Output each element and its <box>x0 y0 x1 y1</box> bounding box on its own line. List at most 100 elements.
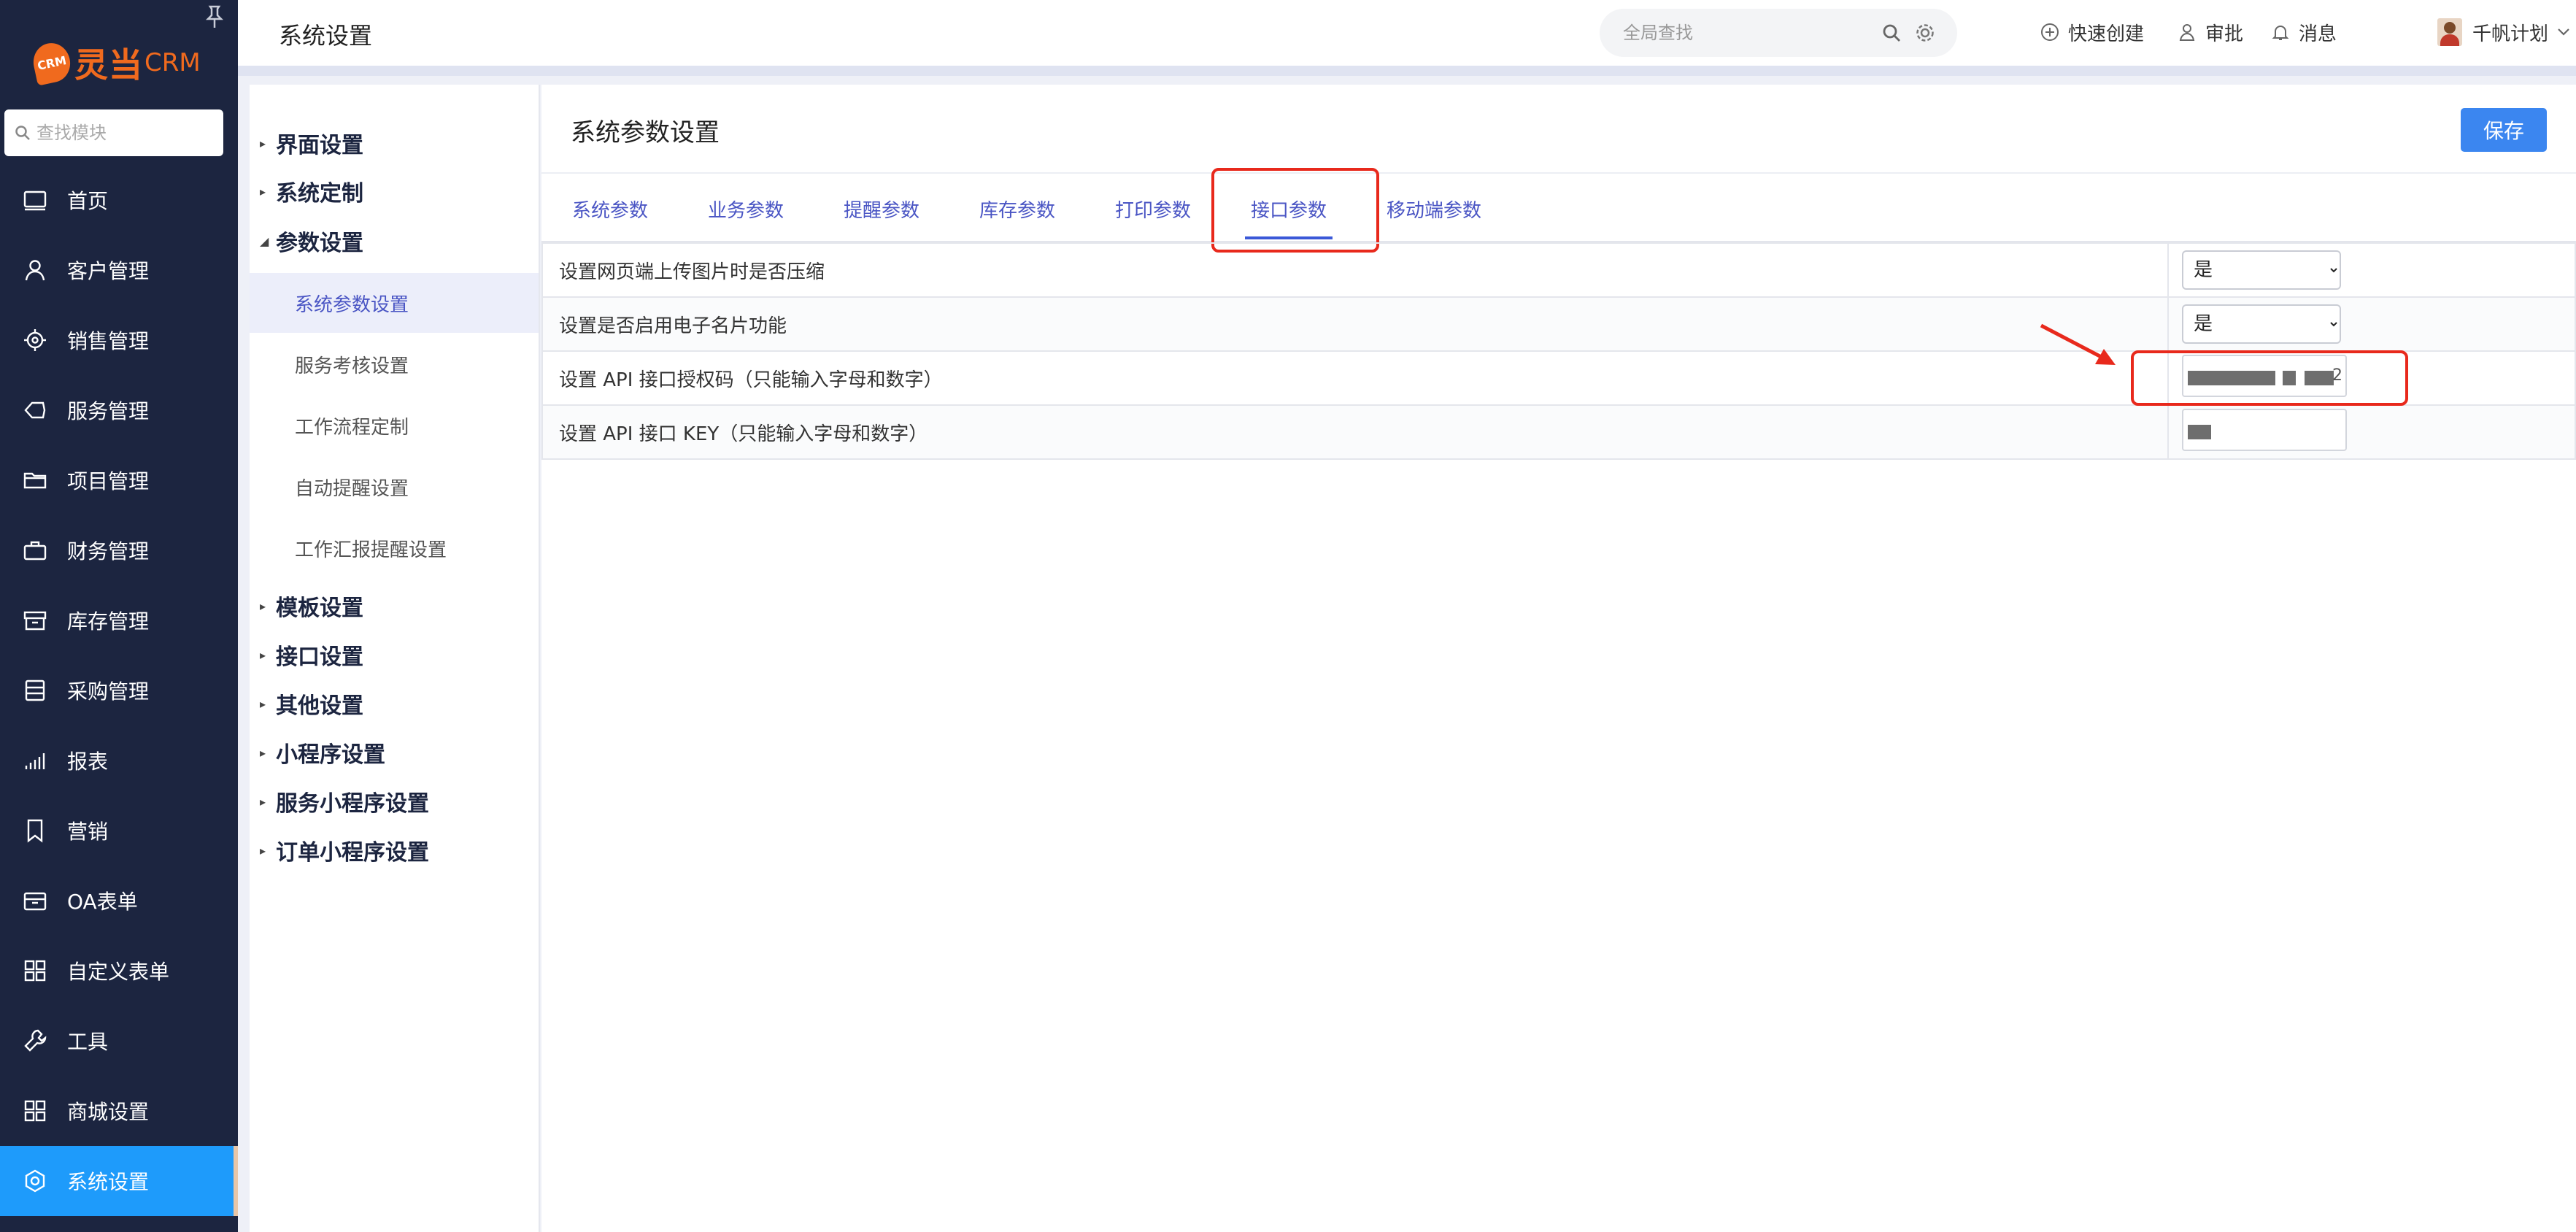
sidebar-item-label: OA表单 <box>67 890 138 914</box>
sidebar-item-label: 项目管理 <box>67 469 150 493</box>
submenu-item[interactable]: 自动提醒设置 <box>250 457 539 517</box>
param-value-cell: 是 <box>2167 242 2576 298</box>
search-icon[interactable] <box>1878 20 1905 46</box>
sidebar-item-label: 首页 <box>67 189 109 213</box>
sidebar-item[interactable]: 系统设置 <box>0 1146 238 1216</box>
messages-label: 消息 <box>2299 23 2337 45</box>
sidebar-item[interactable]: 报表 <box>0 725 238 796</box>
caret-right-icon: ▸ <box>260 745 266 760</box>
submenu-group[interactable]: ◢ 参数设置 <box>260 225 363 257</box>
global-search-input[interactable] <box>1623 23 1871 43</box>
sidebar-item-label: 系统设置 <box>67 1170 150 1194</box>
inbox-icon <box>20 886 50 915</box>
caret-right-icon: ▸ <box>260 136 266 150</box>
approval-button[interactable]: 审批 <box>2176 18 2243 47</box>
pin-icon[interactable] <box>203 4 226 31</box>
param-value-cell: 是 <box>2167 296 2576 352</box>
submenu-group-label: 参数设置 <box>276 231 363 256</box>
api-field-highlight-box <box>2131 350 2408 406</box>
submenu-group[interactable]: ▸ 订单小程序设置 <box>260 834 429 866</box>
user-menu[interactable]: 千帆计划 <box>2437 18 2570 47</box>
module-search-input[interactable] <box>36 123 212 143</box>
sidebar-item[interactable]: 财务管理 <box>0 515 238 585</box>
submenu-group-label: 模板设置 <box>276 596 363 621</box>
submenu-group[interactable]: ▸ 界面设置 <box>260 127 363 159</box>
submenu-group-label: 小程序设置 <box>276 742 385 768</box>
logo-name: 灵当 <box>74 45 143 85</box>
tag-icon <box>20 396 50 425</box>
messages-button[interactable]: 消息 <box>2270 18 2337 47</box>
sidebar-item[interactable]: 库存管理 <box>0 585 238 655</box>
sidebar-item-label: 销售管理 <box>67 329 150 353</box>
submenu-group[interactable]: ▸ 其他设置 <box>260 688 363 720</box>
monitor-icon <box>20 185 50 215</box>
tab[interactable]: 移动端参数 <box>1385 196 1483 239</box>
sidebar-item[interactable]: 采购管理 <box>0 655 238 725</box>
sidebar-item[interactable]: 客户管理 <box>0 235 238 305</box>
submenu-group[interactable]: ▸ 小程序设置 <box>260 736 385 769</box>
save-button[interactable]: 保存 <box>2461 108 2547 152</box>
sidebar: CRM 灵当 CRM 首页客户管理销售管理服务管理项目管理财务管理库存管理采购管… <box>0 0 238 1232</box>
sidebar-item-label: 商城设置 <box>67 1100 150 1124</box>
sidebar-item[interactable]: OA表单 <box>0 866 238 936</box>
global-search[interactable] <box>1600 9 1957 57</box>
active-tab-highlight-box <box>1211 168 1379 253</box>
bell-icon <box>2270 21 2291 43</box>
main-panel: 系统参数设置 保存 系统参数 业务参数 提醒参数 库存参数 打印参数 接口参数 移动端参数 … <box>541 85 2576 1232</box>
submenu-group[interactable]: ▸ 接口设置 <box>260 639 363 671</box>
redaction-block <box>2204 424 2211 439</box>
caret-right-icon: ▸ <box>260 794 266 809</box>
submenu-item[interactable]: 工作流程定制 <box>250 396 539 455</box>
list-icon <box>20 676 50 705</box>
param-row: 设置 API 接口 KEY（只能输入字母和数字） <box>541 404 2576 460</box>
caret-right-icon: ▸ <box>260 598 266 613</box>
param-row: 设置是否启用电子名片功能是 <box>541 296 2576 352</box>
tab[interactable]: 库存参数 <box>978 196 1057 239</box>
caret-right-icon: ▸ <box>260 696 266 711</box>
tab[interactable]: 打印参数 <box>1114 196 1192 239</box>
param-label: 设置是否启用电子名片功能 <box>541 296 2169 352</box>
tab[interactable]: 业务参数 <box>706 196 785 239</box>
page-title: 系统设置 <box>279 22 373 50</box>
tab[interactable]: 系统参数 <box>571 196 649 239</box>
sidebar-item-label: 采购管理 <box>67 679 150 704</box>
sidebar-item[interactable]: 工具 <box>0 1006 238 1076</box>
sidebar-item-label: 营销 <box>67 820 109 844</box>
submenu-group-label: 接口设置 <box>276 644 363 670</box>
submenu-item[interactable]: 工作汇报提醒设置 <box>250 518 539 578</box>
sidebar-item[interactable]: 营销 <box>0 796 238 866</box>
submenu-group-label: 系统定制 <box>276 181 363 207</box>
user-name: 千帆计划 <box>2472 23 2549 45</box>
sidebar-item-label: 工具 <box>67 1030 109 1054</box>
search-settings-icon[interactable] <box>1912 20 1938 46</box>
param-select[interactable]: 是 <box>2182 304 2341 344</box>
module-search[interactable] <box>4 109 223 156</box>
settings-icon <box>20 1166 50 1196</box>
submenu-item[interactable]: 服务考核设置 <box>250 334 539 394</box>
submenu-group-label: 界面设置 <box>276 133 363 158</box>
panel-title: 系统参数设置 <box>571 118 720 147</box>
wrench-icon <box>20 1026 50 1055</box>
quick-create-button[interactable]: 快速创建 <box>2039 18 2144 47</box>
sidebar-item[interactable]: 自定义表单 <box>0 936 238 1006</box>
masked-text-input[interactable] <box>2182 408 2347 451</box>
sidebar-item[interactable]: 商城设置 <box>0 1076 238 1146</box>
archive-icon <box>20 606 50 635</box>
settings-submenu: ▸ 界面设置 ▸ 系统定制 ◢ 参数设置 系统参数设置 服务考核设置 工作流程定制 自动提醒设置工… <box>250 85 540 1232</box>
sidebar-item[interactable]: 项目管理 <box>0 445 238 515</box>
submenu-group[interactable]: ▸ 模板设置 <box>260 590 363 622</box>
sidebar-item[interactable]: 服务管理 <box>0 375 238 445</box>
tab[interactable]: 提醒参数 <box>842 196 921 239</box>
param-select[interactable]: 是 <box>2182 250 2341 290</box>
sidebar-item[interactable]: 销售管理 <box>0 305 238 375</box>
header-divider <box>238 66 2576 76</box>
quick-create-label: 快速创建 <box>2068 23 2145 45</box>
caret-right-icon: ▸ <box>260 843 266 858</box>
sidebar-item-label: 报表 <box>67 750 109 774</box>
submenu-group[interactable]: ▸ 系统定制 <box>260 175 363 207</box>
bookmark-icon <box>20 816 50 845</box>
submenu-group[interactable]: ▸ 服务小程序设置 <box>260 785 429 817</box>
submenu-item[interactable]: 系统参数设置 <box>250 273 539 333</box>
sidebar-item[interactable]: 首页 <box>0 165 238 235</box>
param-row: 设置网页端上传图片时是否压缩是 <box>541 242 2576 298</box>
